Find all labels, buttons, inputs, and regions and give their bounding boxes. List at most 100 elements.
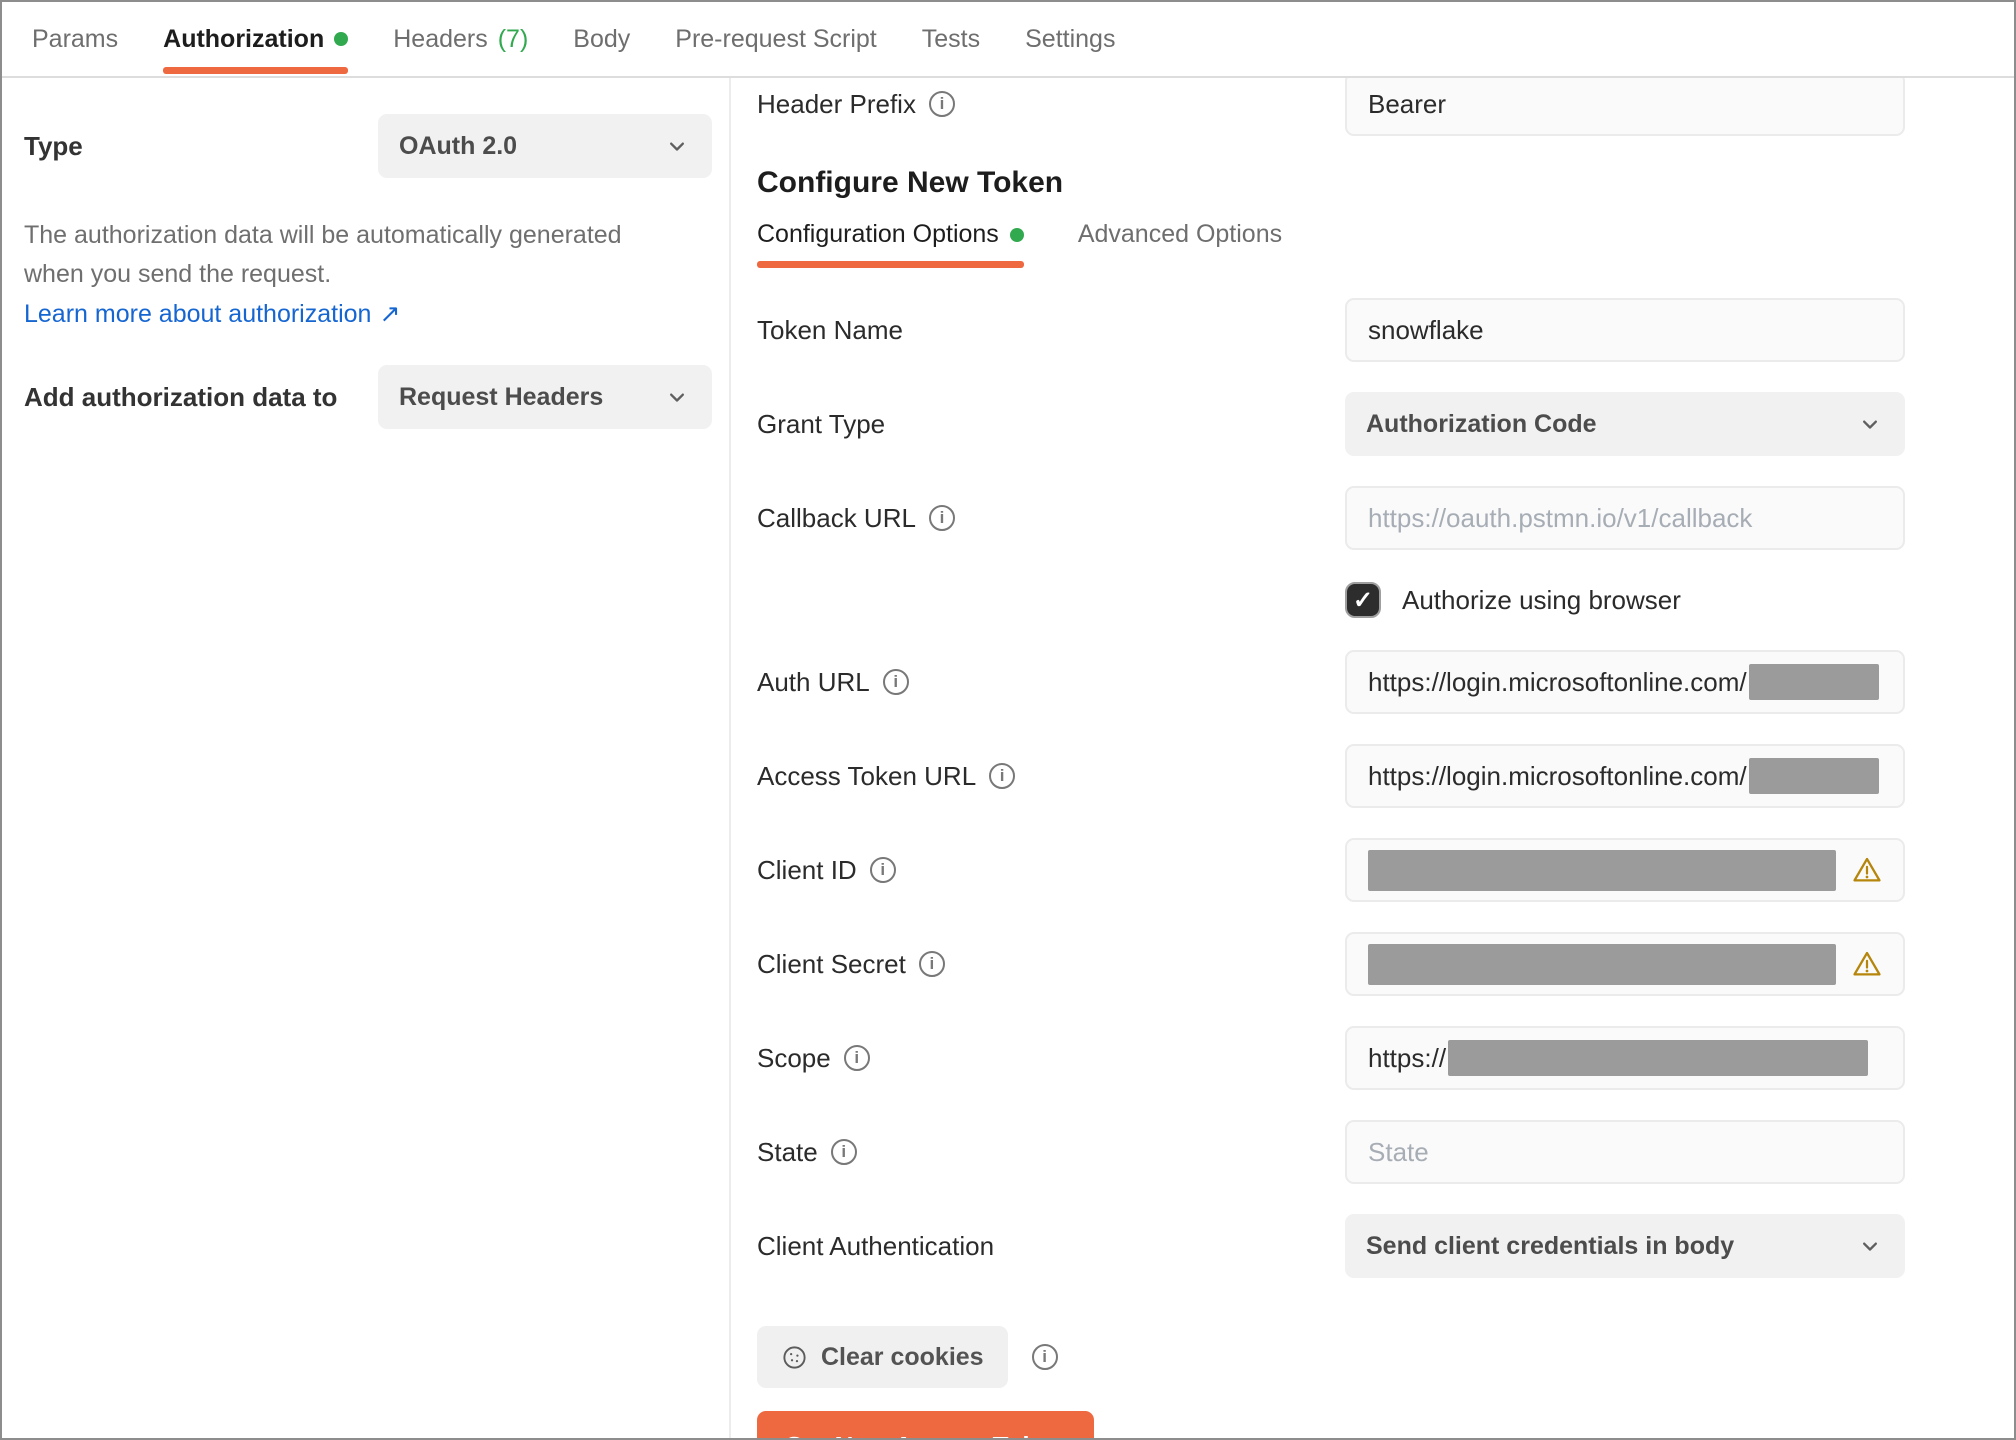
scope-value: https:// (1368, 1042, 1447, 1073)
token-name-input[interactable]: snowflake (1345, 298, 1905, 362)
tab-tests[interactable]: Tests (922, 2, 980, 76)
request-tabbar: Params Authorization Headers (7) Body Pr… (2, 2, 2014, 78)
grant-type-value: Authorization Code (1366, 409, 1597, 438)
authorize-browser-row: ✓ Authorize using browser (757, 580, 2014, 620)
info-icon[interactable]: i (843, 1045, 870, 1071)
info-icon[interactable]: i (1031, 1344, 1058, 1370)
grant-type-select[interactable]: Authorization Code (1345, 392, 1905, 456)
access-token-url-row: Access Token URL i https://login.microso… (757, 744, 2014, 808)
access-token-url-input[interactable]: https://login.microsoftonline.com/ (1345, 744, 1905, 808)
get-new-access-token-button[interactable]: Get New Access Token (757, 1411, 1095, 1438)
client-id-label: Client ID (757, 854, 857, 885)
scope-input[interactable]: https:// (1345, 1026, 1905, 1090)
header-prefix-value: Bearer (1368, 88, 1447, 119)
tab-authorization-label: Authorization (163, 24, 325, 53)
grant-type-label: Grant Type (757, 408, 886, 439)
client-secret-input[interactable] (1345, 932, 1905, 996)
tab-headers[interactable]: Headers (7) (393, 2, 528, 76)
header-prefix-label: Header Prefix (757, 88, 916, 119)
info-icon[interactable]: i (882, 669, 909, 695)
state-label: State (757, 1136, 818, 1167)
warning-icon (1852, 949, 1882, 979)
callback-url-label: Callback URL (757, 502, 916, 533)
add-auth-data-row: Add authorization data to Request Header… (24, 365, 729, 429)
auth-type-row: Type OAuth 2.0 (24, 114, 729, 178)
green-dot-icon (334, 32, 349, 46)
tab-tests-label: Tests (921, 24, 981, 53)
state-row: State i State (757, 1120, 2014, 1184)
client-id-input[interactable] (1345, 838, 1905, 902)
auth-url-input[interactable]: https://login.microsoftonline.com/ (1345, 650, 1905, 714)
access-token-url-label: Access Token URL (757, 760, 977, 791)
tab-body[interactable]: Body (573, 2, 630, 76)
callback-url-row: Callback URL i https://oauth.pstmn.io/v1… (757, 486, 2014, 550)
state-placeholder: State (1368, 1136, 1429, 1167)
client-secret-row: Client Secret i (757, 932, 2014, 996)
client-authentication-label: Client Authentication (757, 1230, 995, 1261)
learn-more-link[interactable]: Learn more about authorization ↗ (24, 299, 400, 329)
access-token-url-value: https://login.microsoftonline.com/ (1368, 760, 1747, 791)
tab-headers-label: Headers (393, 24, 488, 53)
redacted-text-block (1368, 943, 1836, 985)
auth-description: The authorization data will be automatic… (24, 221, 622, 288)
oauth2-config-panel: Header Prefix i Bearer Configure New Tok… (731, 78, 2014, 1438)
info-icon[interactable]: i (869, 857, 896, 883)
clear-cookies-label: Clear cookies (821, 1342, 984, 1371)
token-name-value: snowflake (1368, 314, 1484, 345)
add-auth-data-label: Add authorization data to (24, 381, 338, 412)
info-icon[interactable]: i (928, 505, 955, 531)
redacted-text-block (1748, 758, 1879, 794)
authorize-browser-label: Authorize using browser (1402, 584, 1681, 615)
scope-row: Scope i https:// (757, 1026, 2014, 1090)
info-icon[interactable]: i (928, 91, 955, 117)
tab-configuration-options[interactable]: Configuration Options (757, 220, 1024, 268)
scope-label: Scope (757, 1042, 831, 1073)
tab-advanced-options-label: Advanced Options (1077, 220, 1283, 248)
warning-icon (1852, 855, 1882, 885)
learn-more-label: Learn more about authorization (24, 299, 372, 328)
token-name-row: Token Name snowflake (757, 298, 2014, 362)
redacted-text-block (1748, 664, 1879, 700)
tab-settings-label: Settings (1025, 24, 1116, 53)
client-id-row: Client ID i (757, 838, 2014, 902)
tab-prerequest-script[interactable]: Pre-request Script (675, 2, 876, 76)
add-auth-data-value: Request Headers (399, 382, 604, 411)
cookie-icon (781, 1344, 808, 1371)
auth-url-row: Auth URL i https://login.microsoftonline… (757, 650, 2014, 714)
info-icon[interactable]: i (830, 1139, 857, 1165)
client-secret-label: Client Secret (757, 948, 906, 979)
token-config-form: Token Name snowflake Grant Type Authoriz… (757, 298, 2014, 1438)
headers-count-badge: (7) (497, 24, 529, 53)
info-icon[interactable]: i (989, 763, 1016, 789)
green-dot-icon (1009, 227, 1024, 242)
chevron-down-icon (1856, 410, 1884, 438)
state-input[interactable]: State (1345, 1120, 1905, 1184)
auth-type-select[interactable]: OAuth 2.0 (378, 114, 712, 178)
authorization-editor: Type OAuth 2.0 The authorization data wi… (2, 78, 2014, 1438)
redacted-text-block (1368, 849, 1836, 891)
tab-body-label: Body (573, 24, 631, 53)
auth-type-value: OAuth 2.0 (399, 131, 518, 160)
chevron-down-icon (1856, 1232, 1884, 1260)
tab-params[interactable]: Params (32, 2, 118, 76)
tab-params-label: Params (32, 24, 119, 53)
authorize-browser-checkbox[interactable]: ✓ (1345, 582, 1381, 618)
check-icon: ✓ (1352, 586, 1374, 614)
token-config-tabs: Configuration Options Advanced Options (757, 220, 2014, 268)
clear-cookies-button[interactable]: Clear cookies (757, 1326, 1008, 1388)
tab-prerequest-label: Pre-request Script (675, 24, 877, 53)
chevron-down-icon (663, 383, 691, 411)
token-name-label: Token Name (757, 314, 903, 345)
tab-authorization[interactable]: Authorization (163, 2, 349, 76)
info-icon[interactable]: i (918, 951, 945, 977)
auth-type-label: Type (24, 130, 83, 161)
redacted-text-block (1448, 1040, 1869, 1076)
configure-new-token-title: Configure New Token (757, 166, 1064, 199)
tab-advanced-options[interactable]: Advanced Options (1078, 220, 1282, 268)
callback-url-input[interactable]: https://oauth.pstmn.io/v1/callback (1345, 486, 1905, 550)
client-authentication-select[interactable]: Send client credentials in body (1345, 1214, 1905, 1278)
header-prefix-row: Header Prefix i Bearer (757, 78, 2014, 136)
tab-settings[interactable]: Settings (1025, 2, 1115, 76)
header-prefix-input[interactable]: Bearer (1345, 78, 1905, 136)
add-auth-data-select[interactable]: Request Headers (378, 365, 712, 429)
